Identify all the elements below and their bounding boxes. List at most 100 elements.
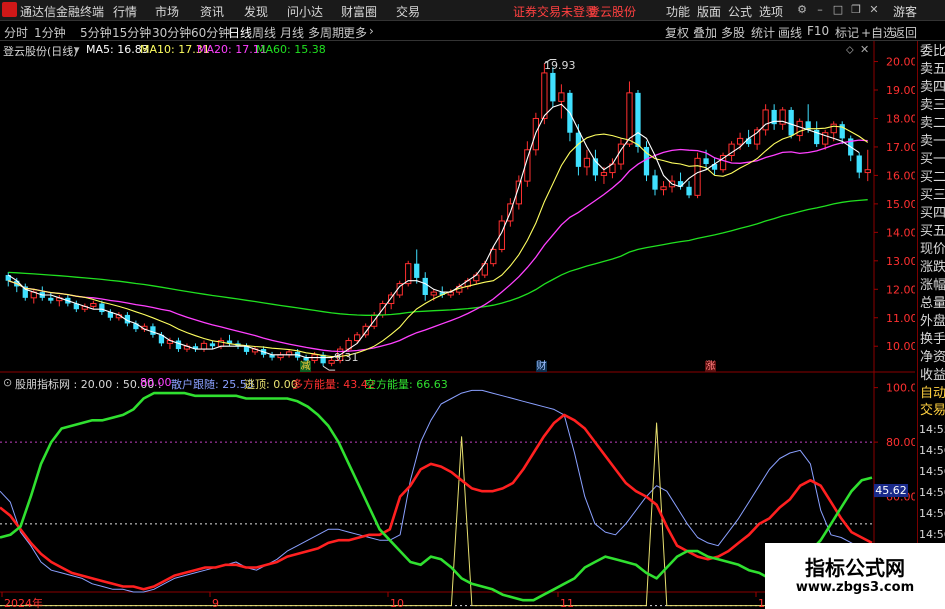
side-item-17[interactable]: 净资 — [920, 349, 945, 366]
tool-adjust[interactable]: 复权 — [665, 24, 689, 41]
side-item-3[interactable]: 卖三 — [920, 97, 945, 114]
candle-body-up — [354, 334, 361, 342]
dropdown-icon[interactable]: ▾ — [74, 43, 80, 56]
side-trade[interactable]: 交易 — [920, 402, 945, 419]
tool-draw-line[interactable]: 画线 — [778, 24, 802, 41]
maximize-icon[interactable]: □ — [830, 2, 846, 17]
tool-multi-stock[interactable]: 多股 — [721, 24, 745, 41]
current-value-badge: 45.62 — [874, 484, 908, 497]
side-item-12[interactable]: 涨跌 — [920, 259, 945, 276]
menu-item-wealth[interactable]: 财富圈 — [341, 3, 377, 20]
candle-body-up — [541, 72, 548, 119]
close-panel-icon[interactable]: ✕ — [860, 43, 869, 56]
minimize-icon[interactable]: – — [812, 2, 828, 17]
price-tick-label: 13.00 — [886, 255, 915, 268]
price-tick-label: 20.00 — [886, 56, 915, 69]
login-warning[interactable]: 证券交易未登录 — [513, 3, 597, 20]
chart-area[interactable]: 20.00 19.00 18.00 17.00 16.00 15.00 14.00 13.00… — [0, 41, 915, 609]
menu-item-markets[interactable]: 市场 — [155, 3, 179, 20]
period-multi[interactable]: 多周期 — [308, 24, 344, 41]
side-item-11[interactable]: 现价 — [920, 241, 945, 258]
side-item-1[interactable]: 卖五 — [920, 61, 945, 78]
period-intraday[interactable]: 分时 — [4, 24, 28, 41]
marker-finance[interactable]: 财 — [536, 361, 547, 372]
period-daily[interactable]: 日线 — [228, 24, 252, 41]
side-item-14[interactable]: 总量 — [920, 295, 945, 312]
menu-item-market[interactable]: 行情 — [113, 3, 137, 20]
period-more[interactable]: 更多 — [343, 24, 367, 41]
menu-item-discover[interactable]: 发现 — [244, 3, 268, 20]
close-icon[interactable]: ✕ — [866, 2, 882, 17]
stock-title: 登云股份(日线) — [3, 45, 78, 58]
candle-body-down — [575, 132, 582, 167]
menu-item-assistant[interactable]: 问小达 — [287, 3, 323, 20]
side-item-4[interactable]: 卖二 — [920, 115, 945, 132]
candle-body-up — [430, 291, 437, 296]
quote-side-panel: 委比 卖五 卖四 卖三 卖二 卖一 买一 买二 买三 买四 买五 现价 涨跌 涨幅 总量 外盘 换手 净资 收益 自… — [917, 41, 945, 609]
candle-body-down — [422, 277, 428, 295]
side-time-4: 14:56 — [919, 507, 945, 520]
candle-body-up — [762, 109, 769, 131]
menu-layout[interactable]: 版面 — [697, 3, 721, 20]
side-item-16[interactable]: 换手 — [920, 331, 945, 348]
candle-body-down — [209, 343, 216, 347]
period-60min[interactable]: 60分钟 — [191, 24, 230, 41]
menu-item-news[interactable]: 资讯 — [200, 3, 224, 20]
marker-rise[interactable]: 涨 — [705, 361, 716, 372]
side-item-10[interactable]: 买五 — [920, 223, 945, 240]
tool-statistics[interactable]: 统计 — [751, 24, 775, 41]
marker-reduce[interactable]: 减 — [300, 361, 311, 372]
price-tick-label: 15.00 — [886, 198, 915, 211]
menu-item-trade[interactable]: 交易 — [396, 3, 420, 20]
price-tick-label: 17.00 — [886, 141, 915, 154]
candles — [5, 63, 871, 367]
indicator-bull: 多方能量: 43.42 — [292, 378, 375, 391]
side-item-0[interactable]: 委比 — [920, 43, 945, 60]
chevron-down-icon[interactable]: › — [369, 24, 374, 38]
tool-mark[interactable]: 标记 — [835, 24, 859, 41]
high-annotation: 19.93 — [544, 59, 576, 72]
ma60-line — [8, 199, 868, 316]
side-item-9[interactable]: 买四 — [920, 205, 945, 222]
menu-options[interactable]: 选项 — [759, 3, 783, 20]
period-monthly[interactable]: 月线 — [280, 24, 304, 41]
candle-body-up — [200, 342, 208, 350]
settings-icon[interactable]: ⚙ — [794, 2, 810, 17]
tool-back[interactable]: 返回 — [893, 24, 917, 41]
restore-icon[interactable]: ❐ — [848, 2, 864, 17]
watermark-url: www.zbgs3.com — [795, 580, 915, 595]
menu-function[interactable]: 功能 — [666, 3, 690, 20]
tool-f10[interactable]: F10 — [807, 24, 829, 38]
time-tick-label: 11 — [560, 597, 574, 609]
side-item-18[interactable]: 收益 — [920, 367, 945, 384]
side-item-6[interactable]: 买一 — [920, 151, 945, 168]
guest-label[interactable]: 游客 — [893, 3, 917, 20]
tool-overlay[interactable]: 叠加 — [693, 24, 717, 41]
indicator-tick-label: 100.0 — [886, 382, 915, 395]
candle-body-up — [583, 157, 591, 168]
period-30min[interactable]: 30分钟 — [152, 24, 191, 41]
candle-body-down — [652, 175, 658, 190]
side-time-5: 14:56 — [919, 528, 945, 541]
app-logo-icon — [2, 2, 17, 17]
period-15min[interactable]: 15分钟 — [112, 24, 151, 41]
menu-formula[interactable]: 公式 — [728, 3, 752, 20]
pin-icon[interactable]: ⬦ — [846, 43, 854, 57]
time-tick-label: 10 — [390, 597, 404, 609]
indicator-retail: 散户跟随: 25.53 — [171, 378, 254, 391]
side-item-5[interactable]: 卖一 — [920, 133, 945, 150]
indicator-dropdown-icon[interactable]: ⊙ — [3, 376, 12, 389]
period-weekly[interactable]: 周线 — [252, 24, 276, 41]
side-auto[interactable]: 自动 — [920, 385, 945, 402]
candle-body-down — [150, 326, 156, 335]
side-item-15[interactable]: 外盘 — [920, 313, 945, 330]
period-1min[interactable]: 1分钟 — [34, 24, 66, 41]
side-item-13[interactable]: 涨幅 — [920, 277, 945, 294]
tool-add-favorite[interactable]: +自选 — [861, 24, 895, 41]
side-item-7[interactable]: 买二 — [920, 169, 945, 186]
side-item-8[interactable]: 买三 — [920, 187, 945, 204]
period-5min[interactable]: 5分钟 — [80, 24, 112, 41]
login-stock[interactable]: 登云股份 — [588, 3, 636, 20]
price-tick-label: 19.00 — [886, 84, 915, 97]
side-item-2[interactable]: 卖四 — [920, 79, 945, 96]
